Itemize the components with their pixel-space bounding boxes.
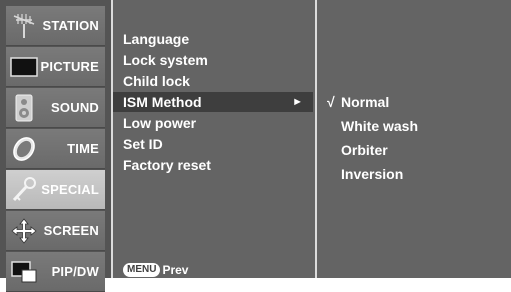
option-orbiter[interactable]: Orbiter	[341, 140, 388, 160]
category-time[interactable]: TIME	[6, 129, 105, 169]
category-label: SPECIAL	[41, 182, 99, 197]
checkmark-icon: √	[327, 94, 335, 110]
category-picture[interactable]: PICTURE	[6, 47, 105, 87]
key-icon	[12, 177, 36, 202]
menu-item-label: Factory reset	[123, 157, 211, 173]
category-label: STATION	[42, 18, 99, 33]
menu-item-ism-method[interactable]: ISM Method ►	[113, 92, 313, 112]
option-normal[interactable]: Normal	[341, 92, 389, 112]
category-special[interactable]: SPECIAL	[6, 170, 105, 210]
menu-item-label: Low power	[123, 115, 197, 131]
menu-item-factory-reset[interactable]: Factory reset	[123, 155, 211, 175]
menu-item-language[interactable]: Language	[123, 29, 189, 49]
menu-item-label: ISM Method	[123, 94, 202, 110]
menu-item-label: Lock system	[123, 52, 208, 68]
category-sound[interactable]: SOUND	[6, 88, 105, 128]
menu-item-child-lock[interactable]: Child lock	[123, 71, 190, 91]
menu-item-label: Child lock	[123, 73, 190, 89]
option-label: Normal	[341, 94, 390, 110]
option-white-wash[interactable]: White wash	[341, 116, 418, 136]
category-label: SCREEN	[43, 223, 99, 238]
menu-item-lock-system[interactable]: Lock system	[123, 50, 208, 70]
option-inversion[interactable]: Inversion	[341, 164, 403, 184]
menu-item-label: Set ID	[123, 136, 163, 152]
tv-screen-icon	[10, 57, 38, 77]
option-label: Inversion	[341, 166, 404, 182]
ism-method-options-panel: √ Normal White wash Orbiter Inversion	[315, 0, 511, 278]
move-arrows-icon	[11, 218, 37, 244]
category-label: SOUND	[51, 100, 99, 115]
category-pip-dw[interactable]: PIP/DW	[6, 252, 105, 292]
menu-item-set-id[interactable]: Set ID	[123, 134, 163, 154]
category-label: TIME	[67, 141, 99, 156]
category-label: PIP/DW	[51, 264, 99, 279]
option-label: Orbiter	[341, 142, 388, 158]
category-screen[interactable]: SCREEN	[6, 211, 105, 251]
menu-item-label: Language	[123, 31, 190, 47]
special-menu-panel: Language Lock system Child lock ISM Meth…	[111, 0, 315, 278]
category-label: PICTURE	[40, 59, 99, 74]
category-station[interactable]: STATION	[6, 6, 105, 46]
pip-windows-icon	[11, 261, 37, 283]
category-sidebar: STATION PICTURE SOUND TIME SPECIAL SCREE…	[0, 0, 111, 292]
prev-hint[interactable]: MENU Prev	[123, 262, 188, 278]
submenu-arrow-icon: ►	[292, 96, 303, 108]
menu-key-badge: MENU	[123, 262, 161, 277]
prev-label: Prev	[162, 262, 189, 277]
menu-item-low-power[interactable]: Low power	[123, 113, 196, 133]
option-label: White wash	[341, 118, 419, 134]
clock-icon	[13, 137, 35, 161]
osd-menu-screen: STATION PICTURE SOUND TIME SPECIAL SCREE…	[0, 0, 511, 292]
speaker-icon	[15, 94, 33, 122]
antenna-icon	[13, 14, 35, 38]
